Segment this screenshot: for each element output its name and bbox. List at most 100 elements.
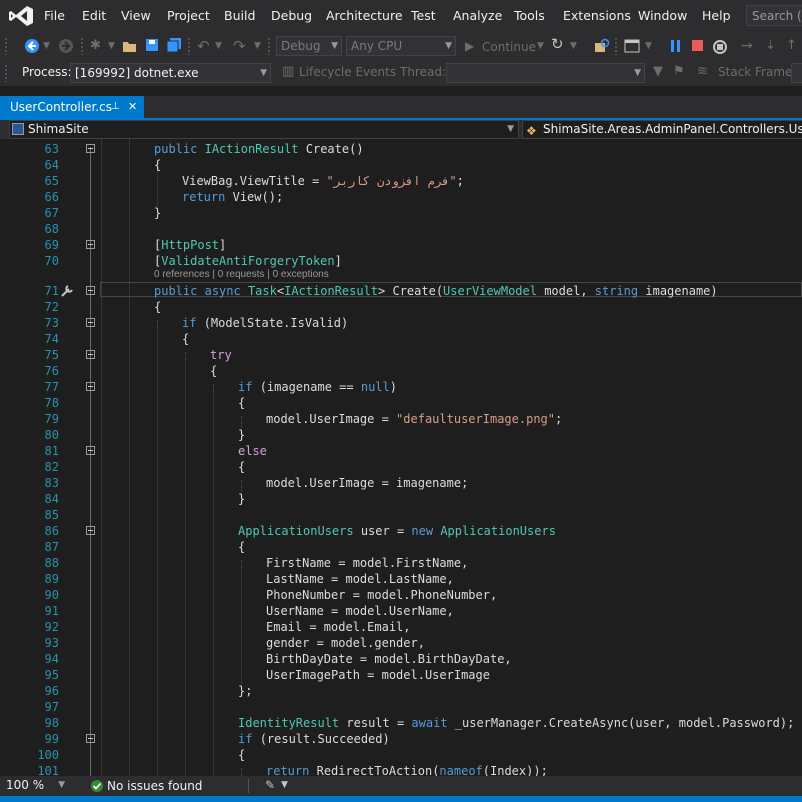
refresh-icon[interactable]: ↻ xyxy=(551,36,564,52)
codelens-info[interactable]: 0 references | 0 requests | 0 exceptions xyxy=(154,269,329,281)
close-icon[interactable]: ✕ xyxy=(128,100,137,113)
code-line[interactable]: 95 UserImagePath = model.UserImage xyxy=(0,667,802,683)
undo-dropdown-icon[interactable]: ▼ xyxy=(215,38,222,54)
code-line[interactable]: 92 Email = model.Email, xyxy=(0,619,802,635)
pin-icon[interactable]: ⊥ xyxy=(111,101,120,112)
collapse-icon[interactable] xyxy=(86,446,95,455)
process-select[interactable]: [169992] dotnet.exe ▼ xyxy=(70,63,271,83)
code-line[interactable]: 90 PhoneNumber = model.PhoneNumber, xyxy=(0,587,802,603)
code-line[interactable]: 71 public async Task<IActionResult> Creat… xyxy=(0,283,802,299)
step-over-icon[interactable]: → xyxy=(741,38,753,54)
code-line[interactable]: 94 BirthDayDate = model.BirthDayDate, xyxy=(0,651,802,667)
refresh-dropdown-icon[interactable]: ▼ xyxy=(570,38,577,54)
zoom-select[interactable]: 100 % ▼ xyxy=(2,777,68,795)
brush-icon[interactable]: ✎ xyxy=(265,778,275,792)
save-all-icon[interactable] xyxy=(166,37,182,53)
stop-icon[interactable] xyxy=(692,40,704,52)
code-line[interactable]: 63 public IActionResult Create() xyxy=(0,141,802,157)
code-line[interactable]: 78 { xyxy=(0,395,802,411)
collapse-icon[interactable] xyxy=(86,382,95,391)
menu-extensions[interactable]: Extensions xyxy=(563,8,631,23)
code-line[interactable]: 81 else xyxy=(0,443,802,459)
redo-icon[interactable]: ↷ xyxy=(233,38,246,54)
continue-button[interactable]: Continue xyxy=(482,39,536,55)
collapse-icon[interactable] xyxy=(86,144,95,153)
collapse-icon[interactable] xyxy=(86,286,95,295)
menu-project[interactable]: Project xyxy=(167,8,210,23)
pause-icon[interactable] xyxy=(670,40,682,52)
visual-studio-logo-icon[interactable] xyxy=(8,5,34,27)
code-line[interactable]: 96}; xyxy=(0,683,802,699)
collapse-icon[interactable] xyxy=(86,240,95,249)
code-line[interactable]: 70 [ValidateAntiForgeryToken] xyxy=(0,253,802,269)
flag-icon[interactable]: ⚑ xyxy=(673,64,685,80)
platform-select[interactable]: Any CPU ▼ xyxy=(346,36,456,56)
code-line[interactable]: 66 return View(); xyxy=(0,189,802,205)
menu-architecture[interactable]: Architecture xyxy=(326,8,403,23)
code-line[interactable]: 84} xyxy=(0,491,802,507)
code-line[interactable]: 100 { xyxy=(0,747,802,763)
search-input[interactable]: Search (C xyxy=(746,5,802,26)
find-icon[interactable] xyxy=(594,38,610,54)
filter-icon[interactable]: ▼ xyxy=(653,64,663,80)
step-into-icon[interactable]: ⇣ xyxy=(765,38,776,54)
code-line[interactable]: 91 UserName = model.UserName, xyxy=(0,603,802,619)
new-dropdown-icon[interactable]: ▼ xyxy=(108,38,115,54)
code-line[interactable]: 76 { xyxy=(0,363,802,379)
new-project-icon[interactable]: ✱ xyxy=(90,38,101,54)
redo-dropdown-icon[interactable]: ▼ xyxy=(254,38,261,54)
menu-debug[interactable]: Debug xyxy=(271,8,312,23)
lifecycle-icon[interactable]: ▥ xyxy=(282,64,294,80)
code-line[interactable]: 80} xyxy=(0,427,802,443)
menu-file[interactable]: File xyxy=(44,8,65,23)
menu-window[interactable]: Window xyxy=(638,8,687,23)
code-line[interactable]: 98 IdentityResult result = await _userMan… xyxy=(0,715,802,731)
thread-icon[interactable]: ≋ xyxy=(697,64,708,80)
code-line[interactable]: 77 if (imagename == null) xyxy=(0,379,802,395)
restart-icon[interactable] xyxy=(712,38,728,54)
menu-analyze[interactable]: Analyze xyxy=(453,8,502,23)
code-line[interactable]: 101 return RedirectToAction(nameof(Index)… xyxy=(0,763,802,776)
undo-icon[interactable]: ↶ xyxy=(197,38,210,54)
issues-status[interactable]: No issues found xyxy=(107,779,202,793)
code-line[interactable]: 73 if (ModelState.IsValid) xyxy=(0,315,802,331)
toolbar-grip[interactable] xyxy=(4,37,8,55)
browser-dropdown-icon[interactable]: ▼ xyxy=(645,38,652,54)
configuration-select[interactable]: Debug ▼ xyxy=(276,36,342,56)
code-line[interactable]: 75 try xyxy=(0,347,802,363)
menu-edit[interactable]: Edit xyxy=(82,8,106,23)
collapse-icon[interactable] xyxy=(86,734,95,743)
code-line[interactable]: 68 xyxy=(0,221,802,237)
code-line[interactable]: 69 [HttpPost] xyxy=(0,237,802,253)
code-line[interactable]: 85 xyxy=(0,507,802,523)
back-icon[interactable] xyxy=(24,38,40,54)
menu-test[interactable]: Test xyxy=(411,8,436,23)
collapse-icon[interactable] xyxy=(86,526,95,535)
code-line[interactable]: 99 if (result.Succeeded) xyxy=(0,731,802,747)
browser-icon[interactable] xyxy=(624,38,640,54)
forward-icon[interactable] xyxy=(58,38,74,54)
step-out-icon[interactable]: ↑ xyxy=(786,38,797,54)
menu-tools[interactable]: Tools xyxy=(514,8,545,23)
project-select[interactable]: ShimaSite ▼ xyxy=(9,120,519,139)
code-line[interactable]: 83 model.UserImage = imagename; xyxy=(0,475,802,491)
continue-dropdown-icon[interactable]: ▼ xyxy=(537,38,544,54)
lifecycle-events-button[interactable]: Lifecycle Events xyxy=(299,65,396,79)
save-icon[interactable] xyxy=(145,38,159,52)
code-line[interactable]: 82 { xyxy=(0,459,802,475)
code-line[interactable]: 86 ApplicationUsers user = new Applicatio… xyxy=(0,523,802,539)
menu-view[interactable]: View xyxy=(121,8,151,23)
code-editor[interactable]: 0 references | 0 requests | 0 exceptions… xyxy=(0,139,802,776)
code-line[interactable]: 67} xyxy=(0,205,802,221)
open-icon[interactable] xyxy=(122,39,138,53)
code-line[interactable]: 88 FirstName = model.FirstName, xyxy=(0,555,802,571)
code-line[interactable]: 79 model.UserImage = "defaultuserImage.pn… xyxy=(0,411,802,427)
code-line[interactable]: 97 xyxy=(0,699,802,715)
collapse-icon[interactable] xyxy=(86,350,95,359)
collapse-icon[interactable] xyxy=(86,318,95,327)
menu-build[interactable]: Build xyxy=(224,8,255,23)
code-line[interactable]: 74 { xyxy=(0,331,802,347)
continue-icon[interactable]: ▶ xyxy=(465,38,474,54)
thread-select[interactable]: ▼ xyxy=(446,63,645,83)
code-line[interactable]: 64 { xyxy=(0,157,802,173)
